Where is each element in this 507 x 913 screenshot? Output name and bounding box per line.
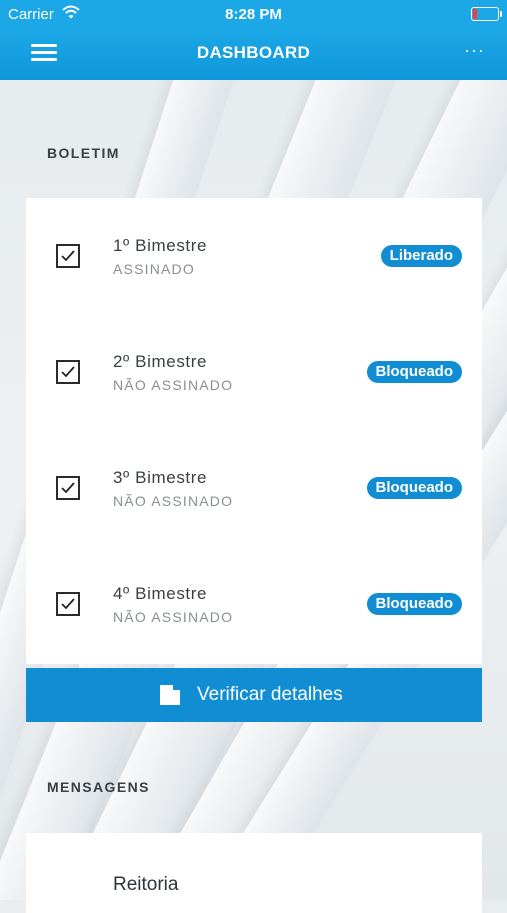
list-item[interactable]: 1º Bimestre ASSINADO Liberado <box>26 198 482 314</box>
verify-details-button[interactable]: Verificar detalhes <box>26 668 482 722</box>
clock: 8:28 PM <box>225 6 282 23</box>
battery-icon <box>471 7 502 21</box>
status-badge: Liberado <box>380 245 462 267</box>
status-badge: Bloqueado <box>366 593 462 615</box>
status-bar: Carrier 8:28 PM <box>0 0 507 28</box>
item-title: 1º Bimestre <box>113 236 208 255</box>
list-item[interactable]: 3º Bimestre NÃO ASSINADO Bloqueado <box>26 430 482 546</box>
boletim-card: 1º Bimestre ASSINADO Liberado 2º Bimestr… <box>26 198 482 664</box>
item-status: ASSINADO <box>113 261 195 277</box>
checkbox-checked-icon[interactable] <box>56 476 80 500</box>
page-title: DASHBOARD <box>196 43 311 62</box>
more-icon[interactable]: ··· <box>464 40 485 61</box>
status-badge: Bloqueado <box>366 477 462 499</box>
verify-details-label: Verificar detalhes <box>197 684 343 705</box>
app-header: DASHBOARD ··· <box>0 28 507 80</box>
section-title-mensagens: MENSAGENS <box>47 779 150 795</box>
status-badge: Bloqueado <box>366 361 462 383</box>
item-status: NÃO ASSINADO <box>113 493 234 509</box>
list-item[interactable]: 2º Bimestre NÃO ASSINADO Bloqueado <box>26 314 482 430</box>
item-status: NÃO ASSINADO <box>113 377 234 393</box>
edit-icon <box>160 683 182 705</box>
message-card[interactable]: Reitoria <box>26 833 482 913</box>
item-status: NÃO ASSINADO <box>113 609 234 625</box>
item-title: 2º Bimestre <box>113 352 208 371</box>
message-title: Reitoria <box>113 874 179 895</box>
checkbox-checked-icon[interactable] <box>56 360 80 384</box>
item-title: 4º Bimestre <box>113 584 208 603</box>
checkbox-checked-icon[interactable] <box>56 592 80 616</box>
list-item[interactable]: 4º Bimestre NÃO ASSINADO Bloqueado <box>26 546 482 662</box>
checkbox-checked-icon[interactable] <box>56 244 80 268</box>
section-title-boletim: BOLETIM <box>47 145 120 161</box>
item-title: 3º Bimestre <box>113 468 208 487</box>
